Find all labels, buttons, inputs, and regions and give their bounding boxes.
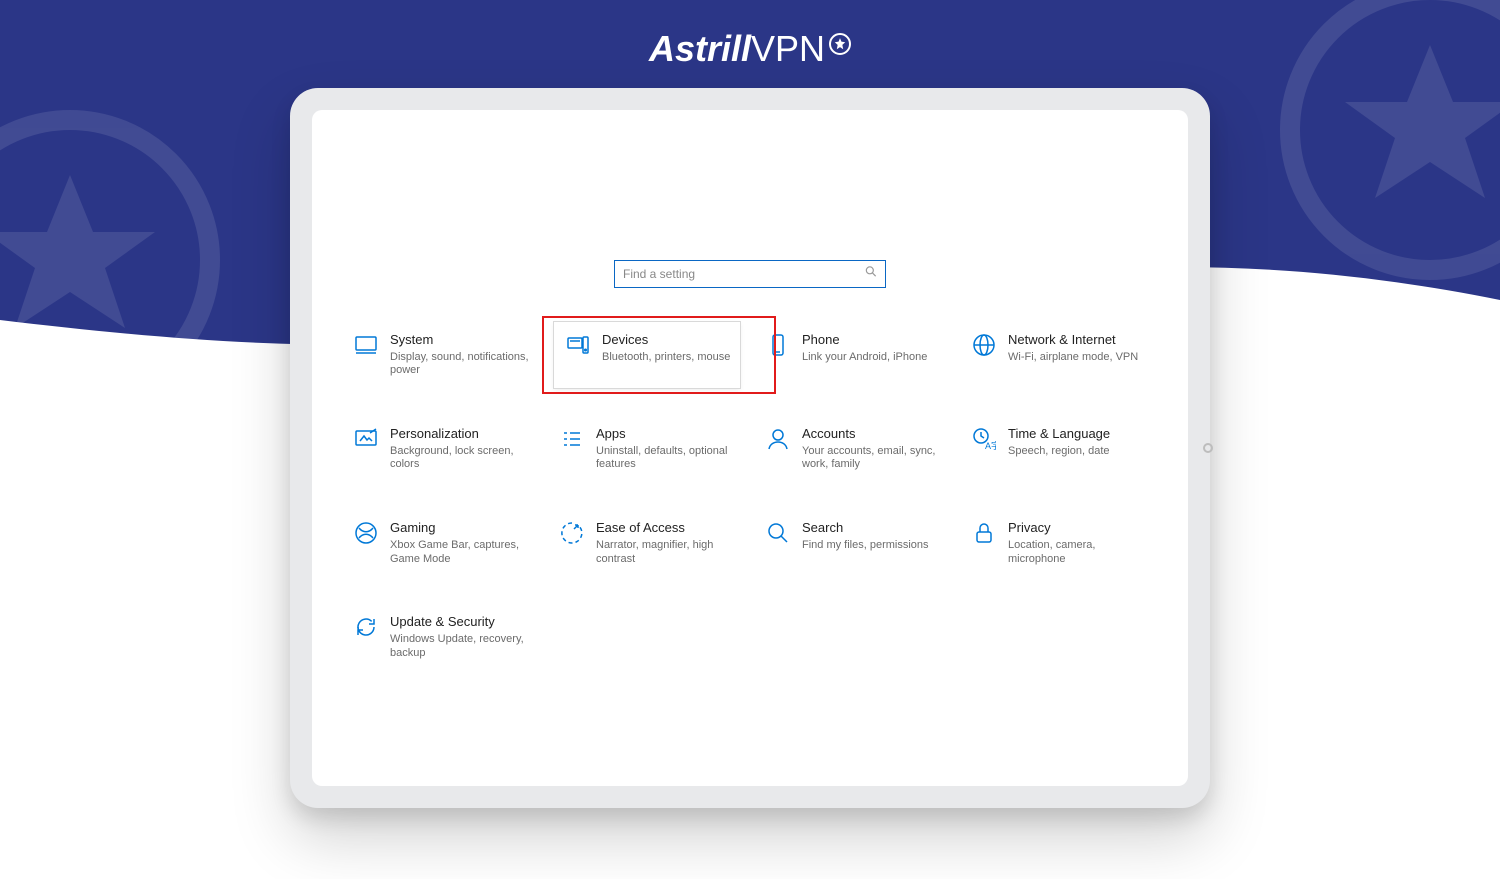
- privacy-icon: [968, 520, 1000, 545]
- tile-subtitle: Your accounts, email, sync, work, family: [802, 445, 944, 473]
- svg-text:A字: A字: [985, 440, 996, 451]
- tile-title: Accounts: [802, 426, 944, 442]
- settings-categories-grid: System Display, sound, notifications, po…: [342, 322, 1158, 670]
- update-icon: [350, 614, 382, 639]
- tile-subtitle: Uninstall, defaults, optional features: [596, 445, 738, 473]
- tile-gaming[interactable]: Gaming Xbox Game Bar, captures, Game Mod…: [342, 510, 540, 576]
- tile-update-security[interactable]: Update & Security Windows Update, recove…: [342, 604, 540, 670]
- tile-title: Time & Language: [1008, 426, 1150, 442]
- phone-icon: [762, 332, 794, 357]
- tile-title: Apps: [596, 426, 738, 442]
- settings-screen: System Display, sound, notifications, po…: [312, 110, 1188, 786]
- tile-subtitle: Xbox Game Bar, captures, Game Mode: [390, 539, 532, 567]
- tile-ease-of-access[interactable]: Ease of Access Narrator, magnifier, high…: [548, 510, 746, 576]
- tile-phone[interactable]: Phone Link your Android, iPhone: [754, 322, 952, 388]
- tile-title: Search: [802, 520, 944, 536]
- tile-subtitle: Narrator, magnifier, high contrast: [596, 539, 738, 567]
- tile-accounts[interactable]: Accounts Your accounts, email, sync, wor…: [754, 416, 952, 482]
- brand-logo: AstrillVPN: [649, 28, 851, 70]
- tile-subtitle: Wi-Fi, airplane mode, VPN: [1008, 351, 1150, 365]
- tile-subtitle: Display, sound, notifications, power: [390, 351, 532, 379]
- tile-title: Personalization: [390, 426, 532, 442]
- tile-personalization[interactable]: Personalization Background, lock screen,…: [342, 416, 540, 482]
- tile-privacy[interactable]: Privacy Location, camera, microphone: [960, 510, 1158, 576]
- tile-title: Phone: [802, 332, 944, 348]
- tile-title: Gaming: [390, 520, 532, 536]
- brand-name-bold: Astrill: [649, 28, 751, 70]
- personalization-icon: [350, 426, 382, 451]
- tile-apps[interactable]: Apps Uninstall, defaults, optional featu…: [548, 416, 746, 482]
- tile-title: Devices: [602, 332, 732, 348]
- tile-search[interactable]: Search Find my files, permissions: [754, 510, 952, 576]
- settings-search-wrap: [614, 260, 886, 288]
- brand-name-thin: VPN: [751, 28, 825, 70]
- brand-header: AstrillVPN: [0, 28, 1500, 70]
- gaming-icon: [350, 520, 382, 545]
- tile-title: Update & Security: [390, 614, 532, 630]
- tile-title: Privacy: [1008, 520, 1150, 536]
- tile-title: Ease of Access: [596, 520, 738, 536]
- tile-devices[interactable]: Devices Bluetooth, printers, mouse: [554, 322, 740, 388]
- tile-subtitle: Windows Update, recovery, backup: [390, 633, 532, 661]
- tile-time-language[interactable]: A字 Time & Language Speech, region, date: [960, 416, 1158, 482]
- system-icon: [350, 332, 382, 357]
- tile-title: System: [390, 332, 532, 348]
- ease-of-access-icon: [556, 520, 588, 545]
- tile-subtitle: Background, lock screen, colors: [390, 445, 532, 473]
- settings-search-input[interactable]: [614, 260, 886, 288]
- devices-icon: [562, 332, 594, 357]
- time-language-icon: A字: [968, 426, 1000, 451]
- accounts-icon: [762, 426, 794, 451]
- tile-network[interactable]: Network & Internet Wi-Fi, airplane mode,…: [960, 322, 1158, 388]
- apps-icon: [556, 426, 588, 451]
- tile-subtitle: Bluetooth, printers, mouse: [602, 351, 732, 365]
- tile-subtitle: Find my files, permissions: [802, 539, 944, 553]
- tile-system[interactable]: System Display, sound, notifications, po…: [342, 322, 540, 388]
- tablet-frame: System Display, sound, notifications, po…: [290, 88, 1210, 808]
- globe-icon: [968, 332, 1000, 357]
- tile-subtitle: Location, camera, microphone: [1008, 539, 1150, 567]
- search-tile-icon: [762, 520, 794, 545]
- tile-title: Network & Internet: [1008, 332, 1150, 348]
- tile-subtitle: Link your Android, iPhone: [802, 351, 944, 365]
- tile-subtitle: Speech, region, date: [1008, 445, 1150, 459]
- star-badge-icon: [829, 33, 851, 55]
